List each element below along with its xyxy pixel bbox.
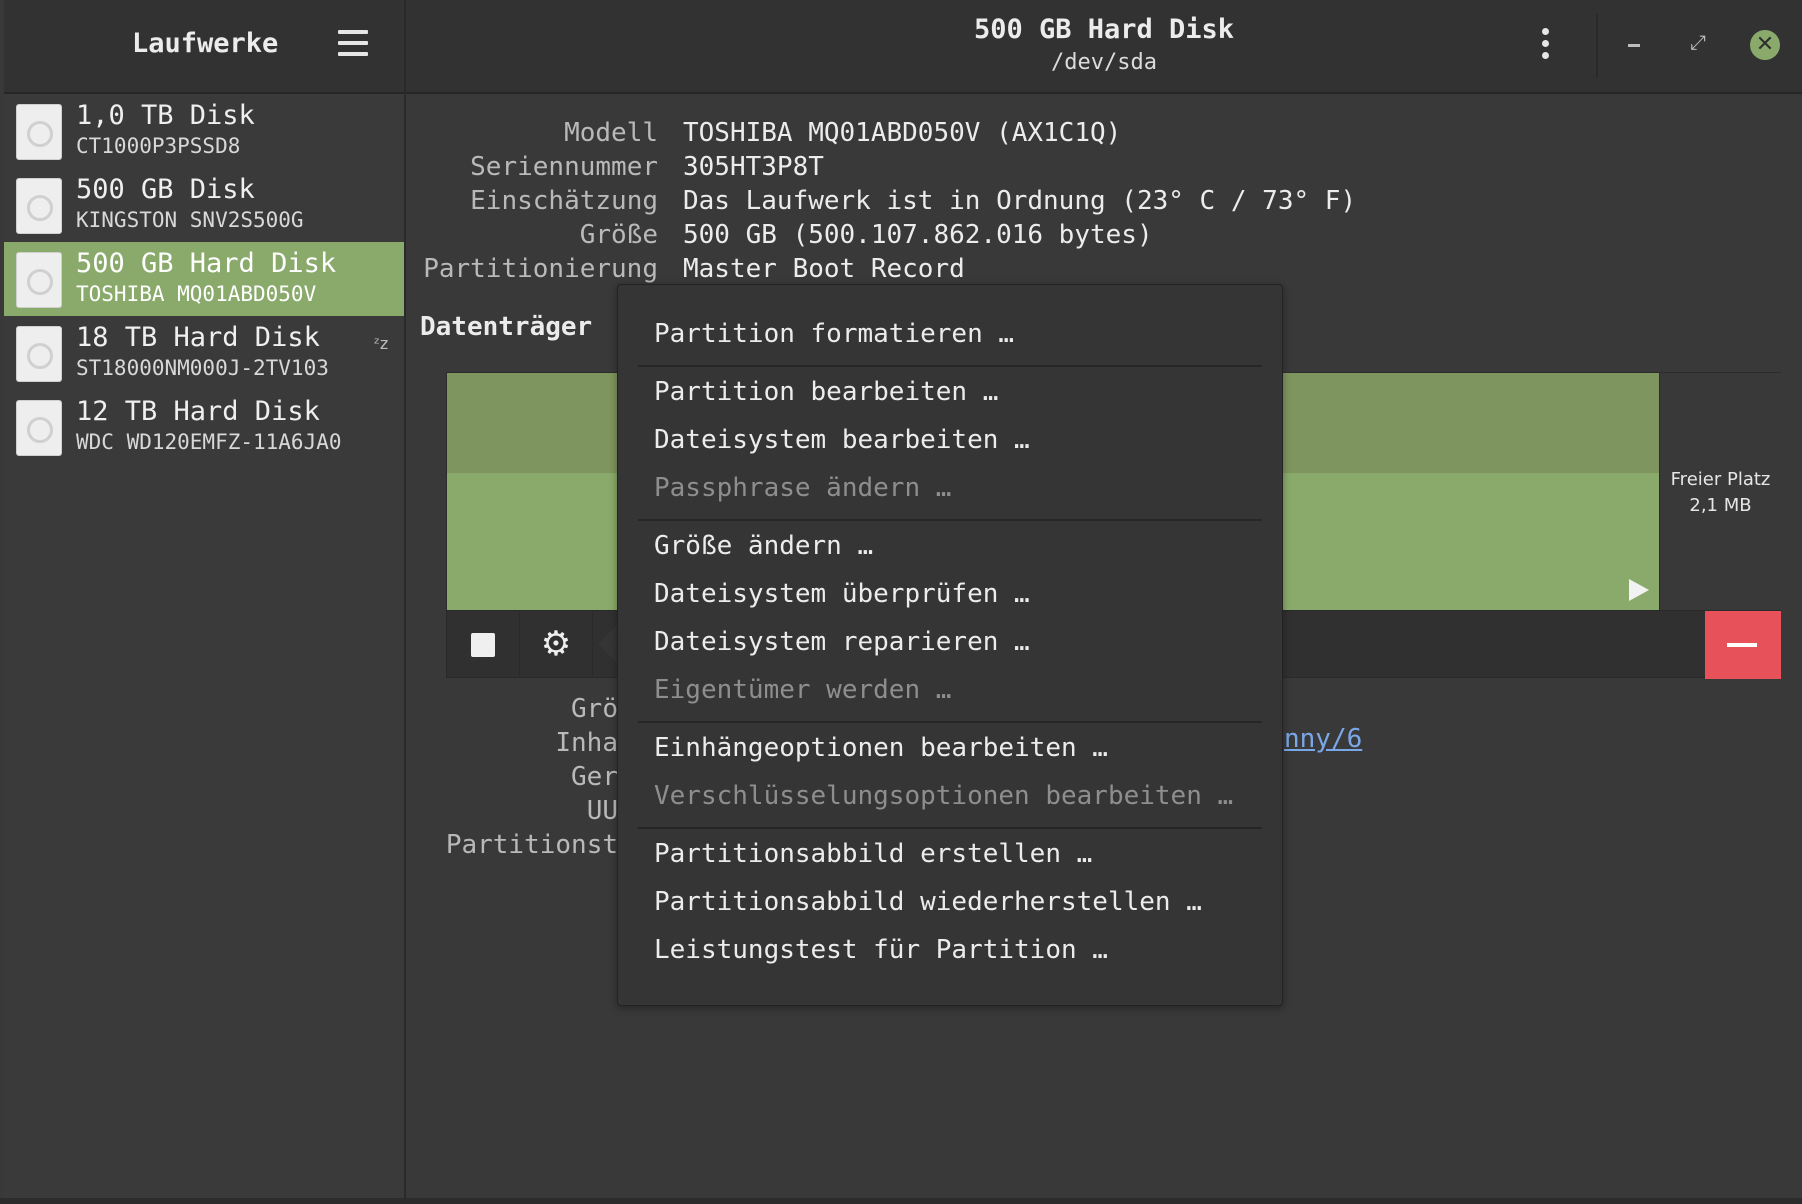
gear-icon: ⚙ — [540, 624, 572, 664]
menu-separator — [638, 721, 1262, 723]
menu-item-edit-filesystem[interactable]: Dateisystem bearbeiten … — [654, 425, 1030, 455]
header-divider — [1596, 14, 1598, 78]
free-space-size: 2,1 MB — [1689, 495, 1752, 516]
drive-model: TOSHIBA MQ01ABD050V — [76, 282, 317, 306]
hamburger-menu-icon[interactable] — [338, 30, 368, 58]
menu-item-resize[interactable]: Größe ändern … — [654, 531, 873, 561]
drive-item-500gb-hard-disk[interactable]: 500 GB Hard Disk TOSHIBA MQ01ABD050V — [4, 242, 404, 316]
drive-name: 500 GB Disk — [76, 174, 255, 205]
info-value-model: TOSHIBA MQ01ABD050V (AX1C1Q) — [683, 118, 1122, 148]
menu-item-edit-mount-options[interactable]: Einhängeoptionen bearbeiten … — [654, 733, 1108, 763]
drive-name: 12 TB Hard Disk — [76, 396, 320, 427]
sleep-icon: ᶻz — [374, 334, 389, 353]
menu-item-create-image[interactable]: Partitionsabbild erstellen … — [654, 839, 1092, 869]
stop-icon — [471, 633, 495, 657]
volumes-heading: Datenträger — [420, 312, 593, 342]
menu-separator — [638, 365, 1262, 367]
info-label-partitioning: Partitionierung — [423, 254, 658, 284]
menu-item-change-passphrase: Passphrase ändern … — [654, 473, 952, 503]
info-value-partitioning: Master Boot Record — [683, 254, 965, 284]
partition-label-device: Ger — [571, 762, 618, 792]
device-path: /dev/sda — [1051, 50, 1157, 75]
drive-name: 500 GB Hard Disk — [76, 248, 337, 279]
sidebar-header: Laufwerke — [4, 0, 404, 94]
partition-label-type: Partitionst — [445, 830, 618, 860]
info-value-serial: 305HT3P8T — [683, 152, 824, 182]
minus-icon — [1727, 643, 1757, 647]
window-bottom-edge — [0, 1198, 1802, 1204]
info-label-model: Modell — [564, 118, 658, 148]
hard-disk-icon — [16, 252, 62, 308]
drive-item-18tb[interactable]: 18 TB Hard Disk ST18000NM000J-2TV103 ᶻz — [4, 316, 404, 390]
drive-model: KINGSTON SNV2S500G — [76, 208, 304, 232]
drive-item-1tb[interactable]: 1,0 TB Disk CT1000P3PSSD8 — [4, 94, 404, 168]
hard-disk-icon — [16, 326, 62, 382]
drive-name: 18 TB Hard Disk — [76, 322, 320, 353]
menu-item-restore-image[interactable]: Partitionsabbild wiederherstellen … — [654, 887, 1202, 917]
menu-item-edit-partition[interactable]: Partition bearbeiten … — [654, 377, 998, 407]
menu-pointer — [598, 624, 618, 664]
menu-item-check-filesystem[interactable]: Dateisystem überprüfen … — [654, 579, 1030, 609]
drive-model: CT1000P3PSSD8 — [76, 134, 241, 158]
more-options-icon[interactable] — [1542, 28, 1550, 64]
drive-model: WDC WD120EMFZ-11A6JA0 — [76, 430, 342, 454]
info-label-size: Größe — [579, 220, 658, 250]
menu-separator — [638, 519, 1262, 521]
delete-partition-button[interactable] — [1705, 611, 1781, 679]
partition-options-button[interactable]: ⚙ — [520, 611, 593, 677]
header-bar: 500 GB Hard Disk /dev/sda ⤢ ✕ — [406, 0, 1802, 94]
hard-disk-icon — [16, 178, 62, 234]
close-icon[interactable]: ✕ — [1750, 30, 1780, 60]
drive-item-500gb-disk[interactable]: 500 GB Disk KINGSTON SNV2S500G — [4, 168, 404, 242]
unmount-button[interactable] — [447, 611, 520, 677]
partition-context-menu: Partition formatieren … Partition bearbe… — [617, 284, 1283, 1006]
hard-disk-icon — [16, 400, 62, 456]
hard-disk-icon — [16, 104, 62, 160]
menu-separator — [638, 827, 1262, 829]
menu-item-repair-filesystem[interactable]: Dateisystem reparieren … — [654, 627, 1030, 657]
free-space-label: Freier Platz 2,1 MB — [1660, 467, 1781, 519]
maximize-icon[interactable]: ⤢ — [1690, 30, 1706, 54]
drive-model: ST18000NM000J-2TV103 — [76, 356, 329, 380]
info-label-serial: Seriennummer — [470, 152, 658, 182]
info-value-size: 500 GB (500.107.862.016 bytes) — [683, 220, 1153, 250]
drive-name: 1,0 TB Disk — [76, 100, 255, 131]
menu-item-format-partition[interactable]: Partition formatieren … — [654, 319, 1014, 349]
menu-item-benchmark[interactable]: Leistungstest für Partition … — [654, 935, 1108, 965]
free-space-block[interactable]: Freier Platz 2,1 MB — [1659, 373, 1781, 611]
drive-item-12tb[interactable]: 12 TB Hard Disk WDC WD120EMFZ-11A6JA0 — [4, 390, 404, 464]
minimize-icon[interactable] — [1628, 44, 1640, 47]
drive-sidebar: Laufwerke 1,0 TB Disk CT1000P3PSSD8 500 … — [4, 0, 406, 1204]
play-icon[interactable] — [1629, 579, 1649, 601]
page-title: 500 GB Hard Disk — [973, 14, 1235, 45]
info-label-assessment: Einschätzung — [470, 186, 658, 216]
partition-label-size: Grö — [571, 694, 618, 724]
menu-item-take-ownership: Eigentümer werden … — [654, 675, 952, 705]
partition-label-content: Inha — [555, 728, 618, 758]
menu-item-edit-encryption-options: Verschlüsselungsoptionen bearbeiten … — [654, 781, 1234, 811]
sidebar-title: Laufwerke — [132, 28, 279, 59]
info-value-assessment: Das Laufwerk ist in Ordnung (23° C / 73°… — [683, 186, 1357, 216]
mount-point-link[interactable]: nny/6 — [1284, 724, 1362, 754]
free-space-title: Freier Platz — [1670, 469, 1771, 490]
partition-label-uuid: UU — [586, 796, 618, 826]
